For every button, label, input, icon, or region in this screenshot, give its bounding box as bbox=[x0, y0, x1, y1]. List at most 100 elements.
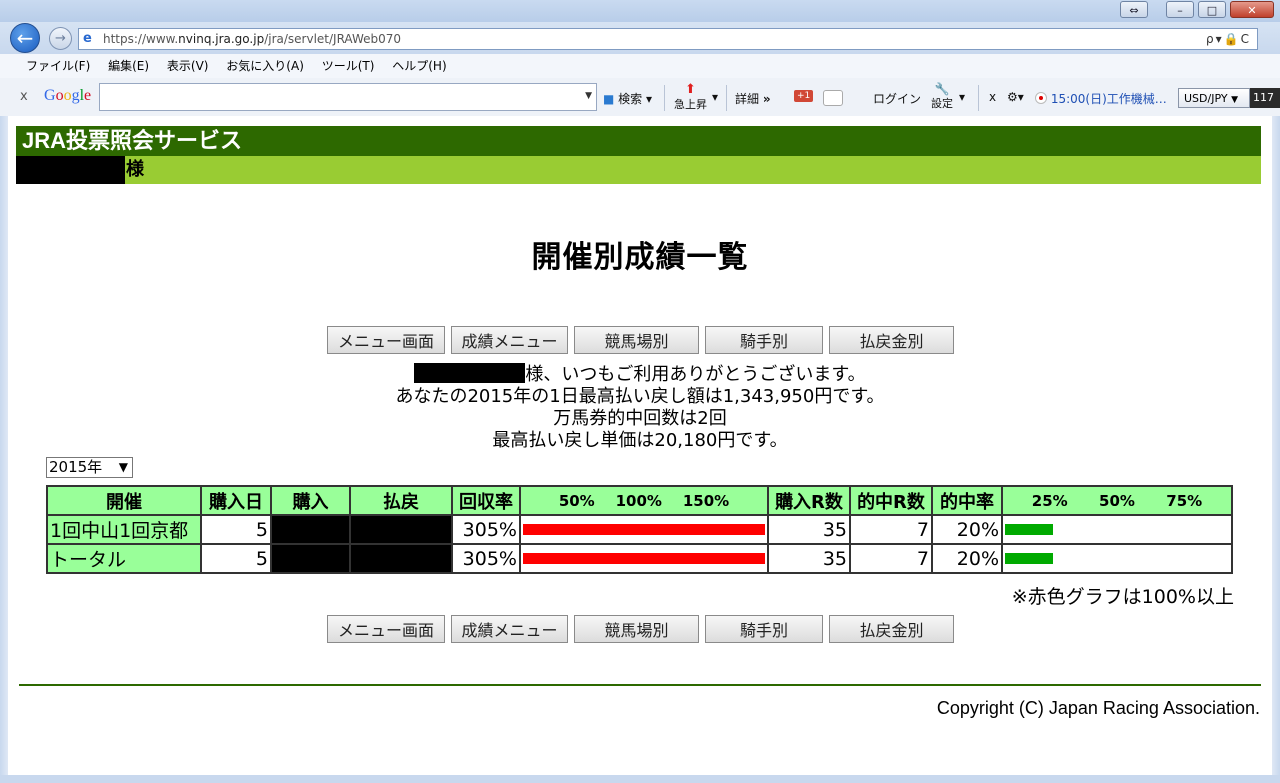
year-select[interactable]: 2015年 ▼ bbox=[46, 457, 133, 478]
redacted-username bbox=[414, 363, 526, 383]
redacted-purchase bbox=[270, 514, 351, 545]
chevron-down-icon[interactable]: ▾ bbox=[712, 90, 718, 104]
window-frame-left bbox=[0, 116, 8, 783]
close-toolbar-icon[interactable]: x bbox=[989, 90, 996, 104]
minimize-button[interactable]: – bbox=[1166, 1, 1194, 18]
toolbar-separator bbox=[664, 85, 665, 111]
close-toolbar-icon[interactable]: x bbox=[20, 89, 28, 104]
races-hit: 7 bbox=[849, 514, 933, 545]
table-row: トータル 5 305% 35 7 20% bbox=[46, 543, 1233, 574]
col-races-bought: 購入R数 bbox=[767, 485, 851, 516]
races-bought: 35 bbox=[767, 514, 851, 545]
hit-rate-bar-cell bbox=[1001, 514, 1233, 545]
menu-screen-button[interactable]: メニュー画面 bbox=[327, 326, 445, 354]
menu-tools[interactable]: ツール(T) bbox=[322, 54, 375, 78]
browser-navbar: ← → e https://www.nvinq.jra.go.jp/jra/se… bbox=[0, 22, 1280, 54]
toolbar-separator bbox=[978, 85, 979, 111]
window-frame-right bbox=[1272, 116, 1280, 783]
double-chevron-icon: » bbox=[762, 92, 771, 106]
user-bar: 様 bbox=[16, 156, 1261, 184]
currency-select[interactable]: USD/JPY ▼ bbox=[1178, 88, 1250, 108]
back-button[interactable]: ← bbox=[10, 23, 40, 53]
restore-window-button[interactable]: ⇔ bbox=[1120, 1, 1148, 18]
meeting-name: 1回中山1回京都 bbox=[46, 514, 202, 545]
menu-view[interactable]: 表示(V) bbox=[167, 54, 209, 78]
menu-bar: ファイル(F) 編集(E) 表示(V) お気に入り(A) ツール(T) ヘルプ(… bbox=[0, 54, 1280, 78]
google-toolbar: x Google ▼ ■ 検索 ▾ ⬆ 急上昇 ▾ 詳細 » +1 ログイン 🔧 設… bbox=[0, 78, 1280, 117]
google-search-button[interactable]: ■ 検索 ▾ bbox=[603, 90, 652, 107]
gplus-toggle[interactable] bbox=[823, 90, 843, 106]
honorific-label: 様 bbox=[126, 159, 144, 180]
gplus-button[interactable]: +1 bbox=[794, 90, 814, 102]
address-tools[interactable]: ρ▾🔒C bbox=[1206, 29, 1251, 49]
results-menu-button[interactable]: 成績メニュー bbox=[451, 326, 568, 354]
chevron-down-icon[interactable]: ▾ bbox=[959, 90, 965, 104]
menu-edit[interactable]: 編集(E) bbox=[108, 54, 149, 78]
rising-button[interactable]: ⬆ 急上昇 bbox=[674, 82, 707, 112]
nav-buttons-bottom: メニュー画面 成績メニュー 競馬場別 騎手別 払戻金別 bbox=[327, 615, 954, 643]
return-rate: 305% bbox=[451, 543, 521, 574]
window-frame-bottom bbox=[0, 775, 1280, 783]
col-races-hit: 的中R数 bbox=[849, 485, 933, 516]
max-unit-payout-line: 最高払い戻し単価は20,180円です。 bbox=[492, 430, 788, 451]
forward-button[interactable]: → bbox=[49, 27, 72, 50]
table-header-row: 開催 購入日 購入 払戻 回収率 50% 100% 150% 購入R数 的中R数… bbox=[46, 485, 1233, 516]
details-button[interactable]: 詳細 » bbox=[735, 90, 771, 107]
col-purchase-days: 購入日 bbox=[200, 485, 272, 516]
return-rate-bar bbox=[523, 524, 765, 535]
races-hit: 7 bbox=[849, 543, 933, 574]
gear-icon[interactable]: ⚙▾ bbox=[1007, 90, 1024, 104]
chevron-down-icon[interactable]: ▼ bbox=[585, 91, 592, 101]
menu-favorites[interactable]: お気に入り(A) bbox=[226, 54, 304, 78]
back-arrow-icon: ← bbox=[16, 26, 34, 50]
ie-page-icon: e bbox=[83, 31, 92, 46]
menu-help[interactable]: ヘルプ(H) bbox=[392, 54, 446, 78]
currency-rate: 117 bbox=[1250, 88, 1280, 108]
table-row: 1回中山1回京都 5 305% 35 7 20% bbox=[46, 514, 1233, 545]
return-rate-bar-cell bbox=[519, 514, 769, 545]
by-jockey-button[interactable]: 騎手別 bbox=[705, 615, 823, 643]
window-titlebar: ⇔ – □ ✕ bbox=[0, 0, 1280, 22]
col-purchase: 購入 bbox=[270, 485, 351, 516]
by-racecourse-button[interactable]: 競馬場別 bbox=[574, 615, 699, 643]
up-arrow-icon: ⬆ bbox=[685, 82, 696, 97]
big-win-count-line: 万馬券的中回数は2回 bbox=[553, 408, 727, 429]
results-menu-button[interactable]: 成績メニュー bbox=[451, 615, 568, 643]
address-bar[interactable]: e https://www.nvinq.jra.go.jp/jra/servle… bbox=[78, 28, 1258, 50]
page-content: JRA投票照会サービス 様 開催別成績一覧 メニュー画面 成績メニュー 競馬場別… bbox=[8, 116, 1272, 775]
chevron-down-icon: ▼ bbox=[118, 460, 128, 474]
by-racecourse-button[interactable]: 競馬場別 bbox=[574, 326, 699, 354]
login-link[interactable]: ログイン bbox=[873, 90, 921, 107]
menu-file[interactable]: ファイル(F) bbox=[26, 54, 90, 78]
google-search-icon: ■ bbox=[603, 92, 615, 106]
hit-rate: 20% bbox=[931, 543, 1003, 574]
hit-rate-bar bbox=[1005, 524, 1053, 535]
wrench-icon: 🔧 bbox=[934, 82, 950, 96]
races-bought: 35 bbox=[767, 543, 851, 574]
col-hit-rate: 的中率 bbox=[931, 485, 1003, 516]
return-rate-bar-cell bbox=[519, 543, 769, 574]
window-controls: ⇔ – □ ✕ bbox=[1120, 1, 1274, 18]
hit-rate-bar bbox=[1005, 553, 1053, 564]
by-payout-button[interactable]: 払戻金別 bbox=[829, 326, 954, 354]
meeting-name: トータル bbox=[46, 543, 202, 574]
by-jockey-button[interactable]: 騎手別 bbox=[705, 326, 823, 354]
return-rate-scale: 50% 100% 150% bbox=[519, 485, 769, 516]
maximize-button[interactable]: □ bbox=[1198, 1, 1226, 18]
close-window-button[interactable]: ✕ bbox=[1230, 1, 1274, 18]
menu-screen-button[interactable]: メニュー画面 bbox=[327, 615, 445, 643]
purchase-days: 5 bbox=[200, 514, 272, 545]
google-search-input[interactable]: ▼ bbox=[99, 83, 597, 111]
service-header: JRA投票照会サービス bbox=[16, 126, 1261, 156]
redacted-purchase bbox=[270, 543, 351, 574]
chevron-down-icon: ▼ bbox=[1231, 95, 1238, 105]
by-payout-button[interactable]: 払戻金別 bbox=[829, 615, 954, 643]
col-meeting: 開催 bbox=[46, 485, 202, 516]
footer-divider bbox=[19, 684, 1261, 686]
url-text[interactable]: https://www.nvinq.jra.go.jp/jra/servlet/… bbox=[103, 29, 401, 49]
news-ticker[interactable]: 15:00(日)工作機械… bbox=[1035, 90, 1167, 107]
redacted-username bbox=[16, 156, 125, 184]
settings-button[interactable]: 🔧 設定 bbox=[931, 82, 953, 111]
hit-rate: 20% bbox=[931, 514, 1003, 545]
graph-note: ※赤色グラフは100%以上 bbox=[1011, 586, 1234, 608]
